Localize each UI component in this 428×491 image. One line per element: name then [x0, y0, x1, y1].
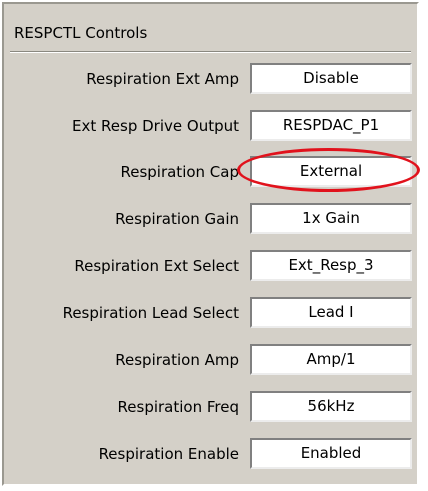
control-row-ext-resp-drive-output: Ext Resp Drive Output RESPDAC_P1: [4, 108, 421, 144]
control-label: Respiration Freq: [117, 398, 239, 416]
control-label: Respiration Ext Amp: [86, 70, 239, 88]
control-label: Respiration Enable: [98, 445, 239, 463]
respiration-cap-field[interactable]: External: [250, 156, 412, 187]
control-label: Respiration Lead Select: [62, 304, 239, 322]
panel-divider: [10, 51, 411, 53]
control-row-respiration-ext-amp: Respiration Ext Amp Disable: [4, 61, 421, 97]
respiration-ext-select-field[interactable]: Ext_Resp_3: [250, 250, 412, 281]
respiration-freq-field[interactable]: 56kHz: [250, 391, 412, 422]
respiration-gain-field[interactable]: 1x Gain: [250, 203, 412, 234]
respiration-ext-amp-field[interactable]: Disable: [250, 63, 412, 94]
control-row-respiration-ext-select: Respiration Ext Select Ext_Resp_3: [4, 248, 421, 284]
control-row-respiration-freq: Respiration Freq 56kHz: [4, 389, 421, 425]
respiration-enable-field[interactable]: Enabled: [250, 438, 412, 469]
control-row-respiration-enable: Respiration Enable Enabled: [4, 436, 421, 472]
control-label: Respiration Amp: [115, 351, 239, 369]
control-row-respiration-amp: Respiration Amp Amp/1: [4, 342, 421, 378]
control-row-respiration-gain: Respiration Gain 1x Gain: [4, 201, 421, 237]
ext-resp-drive-output-field[interactable]: RESPDAC_P1: [250, 110, 412, 141]
control-label: Respiration Ext Select: [74, 257, 239, 275]
respctl-controls-panel: RESPCTL Controls Respiration Ext Amp Dis…: [2, 2, 419, 486]
control-row-respiration-cap: Respiration Cap External: [4, 154, 421, 190]
control-row-respiration-lead-select: Respiration Lead Select Lead I: [4, 295, 421, 331]
control-label: Respiration Cap: [120, 163, 239, 181]
control-label: Ext Resp Drive Output: [72, 117, 239, 135]
control-label: Respiration Gain: [115, 210, 239, 228]
panel-title: RESPCTL Controls: [14, 24, 148, 42]
respiration-amp-field[interactable]: Amp/1: [250, 344, 412, 375]
respiration-lead-select-field[interactable]: Lead I: [250, 297, 412, 328]
